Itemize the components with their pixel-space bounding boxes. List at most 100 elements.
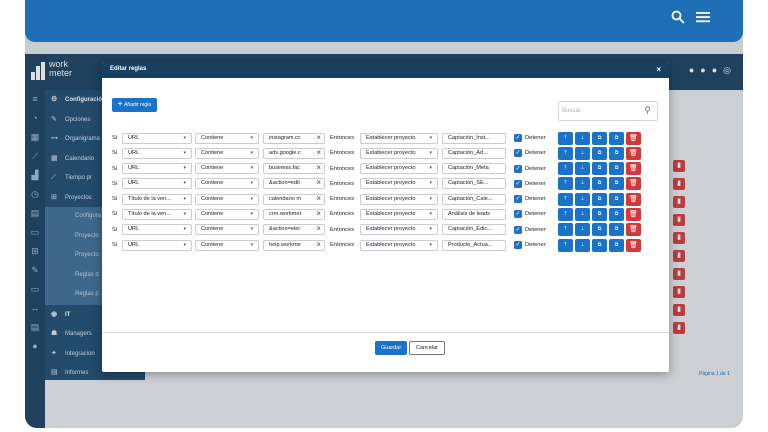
- action-select[interactable]: Establecer proyecto ▾: [360, 239, 438, 251]
- operator-select[interactable]: Contiene ▾: [195, 193, 259, 205]
- operator-select[interactable]: Contiene ▾: [195, 132, 259, 144]
- copy-button[interactable]: ⧉: [592, 192, 607, 206]
- delete-button[interactable]: 🗑: [626, 223, 641, 237]
- copy-button[interactable]: ⧉: [592, 177, 607, 191]
- move-down-button[interactable]: ⊥: [575, 207, 590, 221]
- action-select[interactable]: Establecer proyecto ▾: [360, 147, 438, 159]
- stop-checkbox[interactable]: ✓: [514, 225, 522, 234]
- paste-button[interactable]: ⧉: [609, 192, 624, 206]
- move-down-button[interactable]: ⊥: [575, 177, 590, 191]
- move-top-button[interactable]: ⤒: [558, 162, 573, 176]
- move-down-button[interactable]: ⊥: [575, 192, 590, 206]
- stop-checkbox[interactable]: ✓: [514, 134, 522, 142]
- paste-button[interactable]: ⧉: [609, 238, 624, 252]
- move-top-button[interactable]: ⤒: [558, 238, 573, 252]
- target-select[interactable]: Producto_Actua...: [442, 239, 506, 251]
- copy-button[interactable]: ⧉: [592, 131, 607, 145]
- stop-checkbox[interactable]: ✓: [514, 179, 522, 188]
- operator-select[interactable]: Contiene ▾: [195, 239, 259, 251]
- operator-select[interactable]: Contiene ▾: [195, 224, 259, 236]
- move-top-button[interactable]: ⤒: [558, 131, 573, 145]
- delete-button[interactable]: 🗑: [626, 192, 641, 206]
- action-select[interactable]: Establecer proyecto ▾: [360, 208, 438, 220]
- target-select[interactable]: Captación_Cale...: [442, 193, 506, 205]
- value-input[interactable]: ads.google.c ×: [263, 147, 325, 159]
- clear-icon[interactable]: ×: [316, 241, 321, 249]
- value-input[interactable]: help.workme ×: [263, 239, 325, 251]
- paste-button[interactable]: ⧉: [609, 162, 624, 176]
- move-down-button[interactable]: ⊥: [575, 238, 590, 252]
- clear-icon[interactable]: ×: [316, 179, 321, 187]
- field-select[interactable]: URL ▾: [122, 147, 192, 159]
- search-icon[interactable]: ⚲: [644, 105, 651, 116]
- move-down-button[interactable]: ⊥: [575, 131, 590, 145]
- action-select[interactable]: Establecer proyecto ▾: [360, 178, 438, 190]
- target-select[interactable]: Captación_Inst...: [442, 132, 506, 144]
- hamburger-icon[interactable]: [695, 10, 711, 30]
- operator-select[interactable]: Contiene ▾: [195, 208, 259, 220]
- search-icon[interactable]: [671, 10, 685, 30]
- paste-button[interactable]: ⧉: [609, 146, 624, 160]
- action-select[interactable]: Establecer proyecto ▾: [360, 224, 438, 236]
- move-top-button[interactable]: ⤒: [558, 146, 573, 160]
- operator-select[interactable]: Contiene ▾: [195, 178, 259, 190]
- value-input[interactable]: instagram.cc ×: [263, 132, 325, 144]
- stop-checkbox[interactable]: ✓: [514, 149, 522, 158]
- delete-button[interactable]: 🗑: [626, 131, 641, 145]
- delete-button[interactable]: 🗑: [626, 177, 641, 191]
- value-input[interactable]: business.fac ×: [263, 163, 325, 175]
- close-icon[interactable]: ×: [656, 65, 661, 74]
- cancel-button[interactable]: Cancelar: [409, 341, 446, 355]
- paste-button[interactable]: ⧉: [609, 131, 624, 145]
- field-select[interactable]: URL ▾: [122, 132, 192, 144]
- field-select[interactable]: Título de la ven... ▾: [122, 208, 192, 220]
- clear-icon[interactable]: ×: [316, 134, 321, 142]
- move-top-button[interactable]: ⤒: [558, 223, 573, 237]
- value-input[interactable]: crm.workmet ×: [263, 208, 325, 220]
- field-select[interactable]: Título de la ven... ▾: [122, 193, 192, 205]
- copy-button[interactable]: ⧉: [592, 162, 607, 176]
- move-down-button[interactable]: ⊥: [575, 223, 590, 237]
- action-select[interactable]: Establecer proyecto ▾: [360, 163, 438, 175]
- move-down-button[interactable]: ⊥: [575, 146, 590, 160]
- copy-button[interactable]: ⧉: [592, 238, 607, 252]
- paste-button[interactable]: ⧉: [609, 207, 624, 221]
- stop-checkbox[interactable]: ✓: [514, 164, 522, 173]
- paste-button[interactable]: ⧉: [609, 177, 624, 191]
- clear-icon[interactable]: ×: [316, 210, 321, 218]
- action-select[interactable]: Establecer proyecto ▾: [360, 193, 438, 205]
- target-select[interactable]: Captación_Edic...: [442, 224, 506, 236]
- copy-button[interactable]: ⧉: [592, 207, 607, 221]
- delete-button[interactable]: 🗑: [626, 146, 641, 160]
- field-select[interactable]: URL ▾: [122, 224, 192, 236]
- action-select[interactable]: Establecer proyecto ▾: [360, 132, 438, 144]
- copy-button[interactable]: ⧉: [592, 146, 607, 160]
- move-down-button[interactable]: ⊥: [575, 162, 590, 176]
- add-rule-button[interactable]: + Añadir regla: [112, 98, 158, 112]
- target-select[interactable]: Captación_Ad...: [442, 147, 506, 159]
- clear-icon[interactable]: ×: [316, 195, 321, 203]
- value-input[interactable]: &action=edit ×: [263, 178, 325, 190]
- move-top-button[interactable]: ⤒: [558, 192, 573, 206]
- operator-select[interactable]: Contiene ▾: [195, 147, 259, 159]
- target-select[interactable]: Análisis de leads: [442, 208, 506, 220]
- search-input[interactable]: Buscar ⚲: [558, 101, 658, 121]
- save-button[interactable]: Guardar: [375, 341, 408, 355]
- field-select[interactable]: URL ▾: [122, 163, 192, 175]
- stop-checkbox[interactable]: ✓: [514, 195, 522, 204]
- value-input[interactable]: calendario m ×: [263, 193, 325, 205]
- delete-button[interactable]: 🗑: [626, 238, 641, 252]
- paste-button[interactable]: ⧉: [609, 223, 624, 237]
- delete-button[interactable]: 🗑: [626, 207, 641, 221]
- clear-icon[interactable]: ×: [316, 225, 321, 233]
- delete-button[interactable]: 🗑: [626, 162, 641, 176]
- field-select[interactable]: URL ▾: [122, 239, 192, 251]
- field-select[interactable]: URL ▾: [122, 178, 192, 190]
- value-input[interactable]: &action=eler ×: [263, 224, 325, 236]
- clear-icon[interactable]: ×: [316, 149, 321, 157]
- stop-checkbox[interactable]: ✓: [514, 241, 522, 250]
- move-top-button[interactable]: ⤒: [558, 177, 573, 191]
- copy-button[interactable]: ⧉: [592, 223, 607, 237]
- stop-checkbox[interactable]: ✓: [514, 210, 522, 219]
- target-select[interactable]: Captación_SE...: [442, 178, 506, 190]
